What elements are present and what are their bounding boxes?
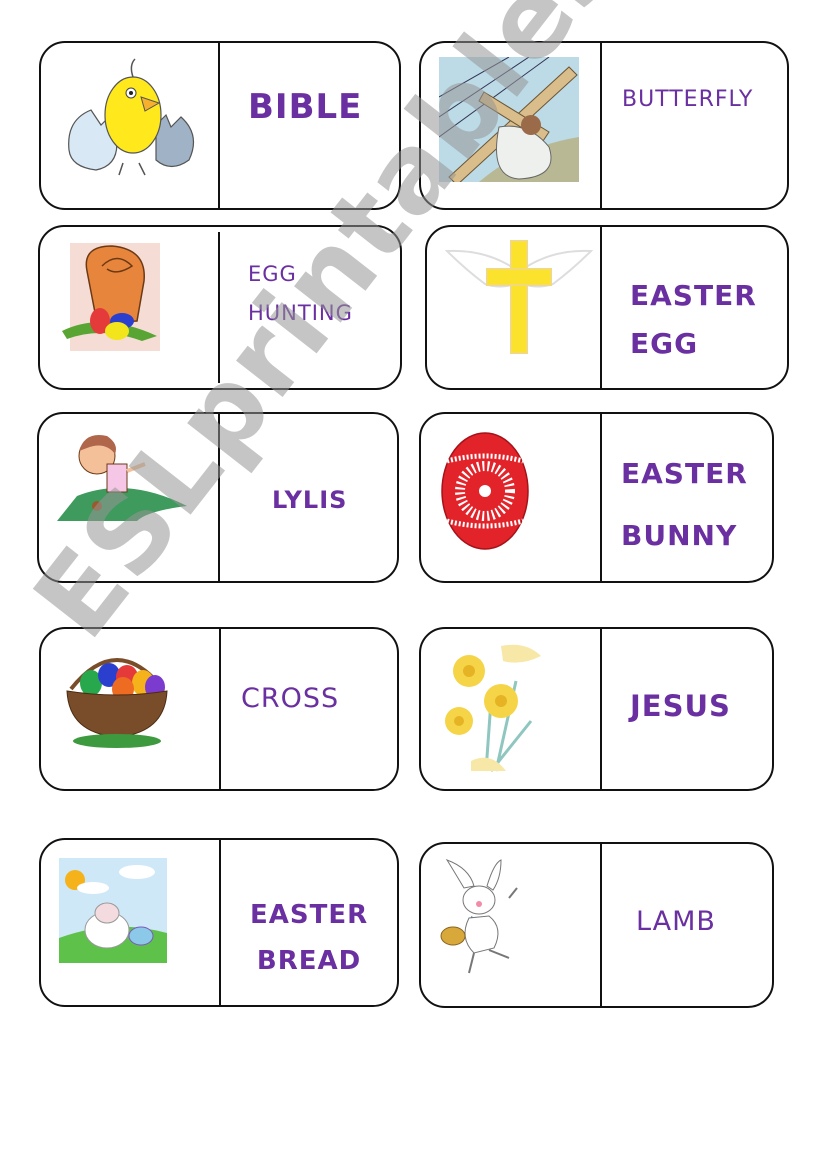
word-line: EASTER bbox=[250, 900, 369, 930]
card-word: EGG HUNTING bbox=[248, 255, 353, 333]
domino-card: EASTER BUNNY bbox=[419, 412, 774, 583]
domino-card: EGG HUNTING bbox=[38, 225, 402, 390]
card-divider bbox=[219, 629, 221, 789]
card-divider bbox=[218, 43, 220, 208]
card-word: EASTER EGG bbox=[630, 272, 757, 368]
card-divider bbox=[218, 414, 220, 581]
word-line: EASTER bbox=[621, 457, 748, 490]
card-word: BUTTERFLY bbox=[622, 87, 753, 112]
card-word: LYLIS bbox=[272, 486, 347, 514]
card-divider bbox=[600, 844, 602, 1006]
easter-bunny-icon bbox=[440, 859, 518, 974]
card-word: BIBLE bbox=[248, 87, 362, 127]
card-divider bbox=[600, 227, 602, 388]
domino-card: JESUS bbox=[419, 627, 774, 791]
card-divider bbox=[218, 232, 220, 383]
word-line: CROSS bbox=[241, 683, 340, 714]
word-line: EGG bbox=[630, 327, 699, 360]
decorated-red-egg-icon bbox=[441, 432, 529, 550]
lamb-in-meadow-icon bbox=[59, 858, 167, 963]
word-line: JESUS bbox=[630, 689, 731, 723]
word-line: EASTER bbox=[630, 279, 757, 312]
card-divider bbox=[600, 43, 602, 208]
card-word: LAMB bbox=[636, 906, 716, 937]
daffodils-icon bbox=[445, 644, 541, 772]
word-line: BUTTERFLY bbox=[622, 87, 754, 112]
domino-card: LAMB bbox=[419, 842, 774, 1008]
card-word: CROSS bbox=[241, 683, 339, 714]
card-word: JESUS bbox=[630, 689, 731, 723]
winged-cross-icon bbox=[445, 240, 593, 354]
domino-card: CROSS bbox=[39, 627, 399, 791]
word-line: LYLIS bbox=[272, 486, 348, 514]
jesus-carrying-cross-icon bbox=[439, 57, 579, 182]
egg-basket-icon bbox=[66, 658, 168, 748]
card-divider bbox=[600, 629, 602, 789]
word-line: BUNNY bbox=[621, 519, 738, 552]
word-line: BREAD bbox=[256, 946, 362, 976]
card-word: EASTER BUNNY bbox=[621, 443, 748, 567]
card-divider bbox=[219, 840, 221, 1005]
easter-bread-with-eggs-icon bbox=[62, 243, 160, 351]
word-line: BIBLE bbox=[248, 87, 363, 127]
word-line: LAMB bbox=[636, 906, 716, 937]
card-divider bbox=[600, 414, 602, 581]
domino-card: BIBLE bbox=[39, 41, 401, 210]
word-line: EGG bbox=[248, 262, 297, 286]
hatching-chick-icon bbox=[68, 58, 195, 176]
domino-card: EASTER EGG bbox=[425, 225, 789, 390]
domino-card: EASTER BREAD bbox=[39, 838, 399, 1007]
girl-egg-hunting-icon bbox=[57, 435, 187, 521]
domino-card: LYLIS bbox=[37, 412, 399, 583]
card-word: EASTER BREAD bbox=[250, 892, 368, 984]
domino-card: BUTTERFLY bbox=[419, 41, 789, 210]
word-line: HUNTING bbox=[248, 301, 353, 325]
